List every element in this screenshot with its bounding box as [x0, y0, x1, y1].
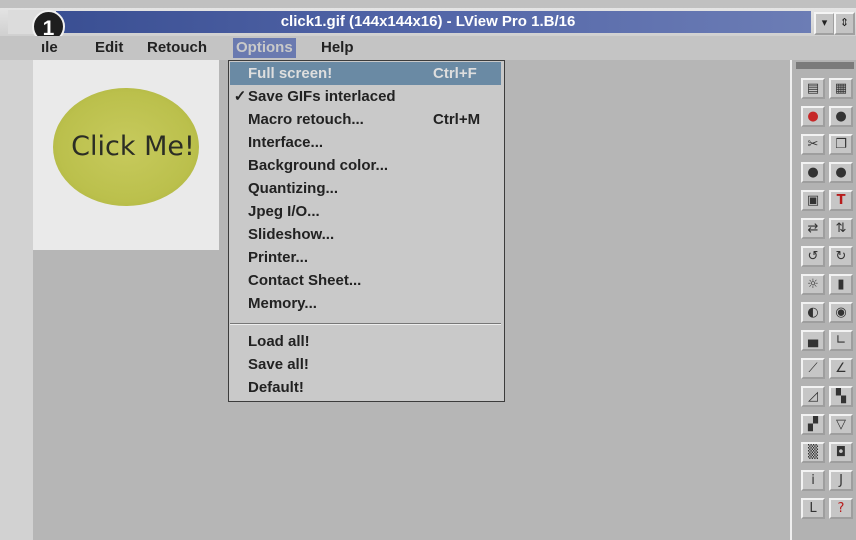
histogram-icon[interactable]: ▄ [801, 330, 825, 351]
menu-item-jpeg-io[interactable]: Jpeg I/O... [230, 200, 501, 223]
jpeg-icon[interactable]: J [829, 470, 853, 491]
curve-2-icon[interactable]: ∠ [829, 358, 853, 379]
menu-item-memory[interactable]: Memory... [230, 292, 501, 315]
rotate-right-icon[interactable]: ↻ [829, 246, 853, 267]
copy-icon[interactable]: ❐ [829, 134, 853, 155]
menu-item-interface[interactable]: Interface... [230, 131, 501, 154]
dark-circle-icon[interactable]: ● [829, 106, 853, 127]
menu-item-label: Default! [248, 379, 304, 396]
menu-item-background-color[interactable]: Background color... [230, 154, 501, 177]
triangle-icon[interactable]: ◿ [801, 386, 825, 407]
menu-item-printer[interactable]: Printer... [230, 246, 501, 269]
next-file-icon[interactable]: ▦ [829, 78, 853, 99]
menu-item-label: Save GIFs interlaced [248, 88, 396, 105]
menu-item-label: Save all! [248, 356, 309, 373]
menu-options[interactable]: Options [233, 38, 296, 58]
swap-vertical-icon[interactable]: ⇅ [829, 218, 853, 239]
tool-palette-grip[interactable] [796, 62, 854, 69]
restore-icon[interactable]: ⇕ [834, 12, 855, 35]
help-icon[interactable]: ? [829, 498, 853, 519]
curve-icon[interactable]: ∟ [829, 330, 853, 351]
menu-item-macro-retouch[interactable]: Macro retouch... Ctrl+M [230, 108, 501, 131]
left-margin [0, 60, 33, 540]
menu-item-label: Background color... [248, 157, 389, 174]
gray-circle-2-icon[interactable]: ● [829, 162, 853, 183]
menu-item-shortcut: Ctrl+F [433, 65, 477, 82]
check-icon: ✓ [233, 88, 247, 105]
gray-circle-icon[interactable]: ● [801, 162, 825, 183]
menu-item-label: Quantizing... [248, 180, 338, 197]
menu-edit[interactable]: Edit [92, 38, 126, 58]
menu-item-label: Macro retouch... [248, 111, 364, 128]
menu-separator [230, 323, 501, 325]
menu-item-save-all[interactable]: Save all! [230, 353, 501, 376]
select-frame-icon[interactable]: ▣ [801, 190, 825, 211]
text-tool-icon[interactable]: T [829, 190, 853, 211]
menu-item-label: Contact Sheet... [248, 272, 362, 289]
menu-item-full-screen[interactable]: Full screen! Ctrl+F [230, 62, 501, 85]
menu-item-quantizing[interactable]: Quantizing... [230, 177, 501, 200]
contrast-icon[interactable]: ◐ [801, 302, 825, 323]
checker-icon[interactable]: ▞ [801, 414, 825, 435]
brightness-icon[interactable]: ☼ [801, 274, 825, 295]
color-balance-icon[interactable]: ◉ [829, 302, 853, 323]
title-bar: click1.gif (144x144x16) - LView Pro 1.B/… [0, 8, 856, 36]
menu-item-slideshow[interactable]: Slideshow... [230, 223, 501, 246]
menu-item-load-all[interactable]: Load all! [230, 330, 501, 353]
click-me-label: Click Me! [71, 131, 195, 162]
swap-horizontal-icon[interactable]: ⇄ [801, 218, 825, 239]
tool-palette [790, 60, 856, 540]
info-icon[interactable]: i [801, 470, 825, 491]
contrast-bars-icon[interactable]: ▮ [829, 274, 853, 295]
filter-icon[interactable]: ▽ [829, 414, 853, 435]
minimize-icon[interactable]: ▾ [814, 12, 835, 35]
window-title: click1.gif (144x144x16) - LView Pro 1.B/… [280, 13, 576, 30]
menu-file[interactable]: ıle [38, 38, 61, 58]
frame-icon[interactable]: ◘ [829, 442, 853, 463]
menu-item-label: Memory... [248, 295, 317, 312]
menu-item-label: Full screen! [248, 65, 333, 82]
menu-retouch[interactable]: Retouch [144, 38, 210, 58]
menu-item-shortcut: Ctrl+M [433, 111, 481, 128]
menu-item-label: Printer... [248, 249, 309, 266]
menu-item-label: Load all! [248, 333, 310, 350]
menu-help[interactable]: Help [318, 38, 357, 58]
menu-item-contact-sheet[interactable]: Contact Sheet... [230, 269, 501, 292]
menu-item-label: Interface... [248, 134, 324, 151]
text-2-icon[interactable]: L [801, 498, 825, 519]
rotate-left-icon[interactable]: ↺ [801, 246, 825, 267]
gamma-icon[interactable]: ⟋ [801, 358, 825, 379]
menu-item-label: Slideshow... [248, 226, 335, 243]
texture-icon[interactable]: ▒ [801, 442, 825, 463]
scissors-icon[interactable]: ✂ [801, 134, 825, 155]
open-file-icon[interactable]: ▤ [801, 78, 825, 99]
red-color-icon[interactable]: ● [801, 106, 825, 127]
palette-icon[interactable]: ▚ [829, 386, 853, 407]
menu-bar: ıle Edit Retouch Options Help [0, 36, 856, 61]
menu-item-save-gifs-interlaced[interactable]: ✓ Save GIFs interlaced [230, 85, 501, 108]
menu-item-label: Jpeg I/O... [248, 203, 320, 220]
menu-item-default[interactable]: Default! [230, 376, 501, 399]
